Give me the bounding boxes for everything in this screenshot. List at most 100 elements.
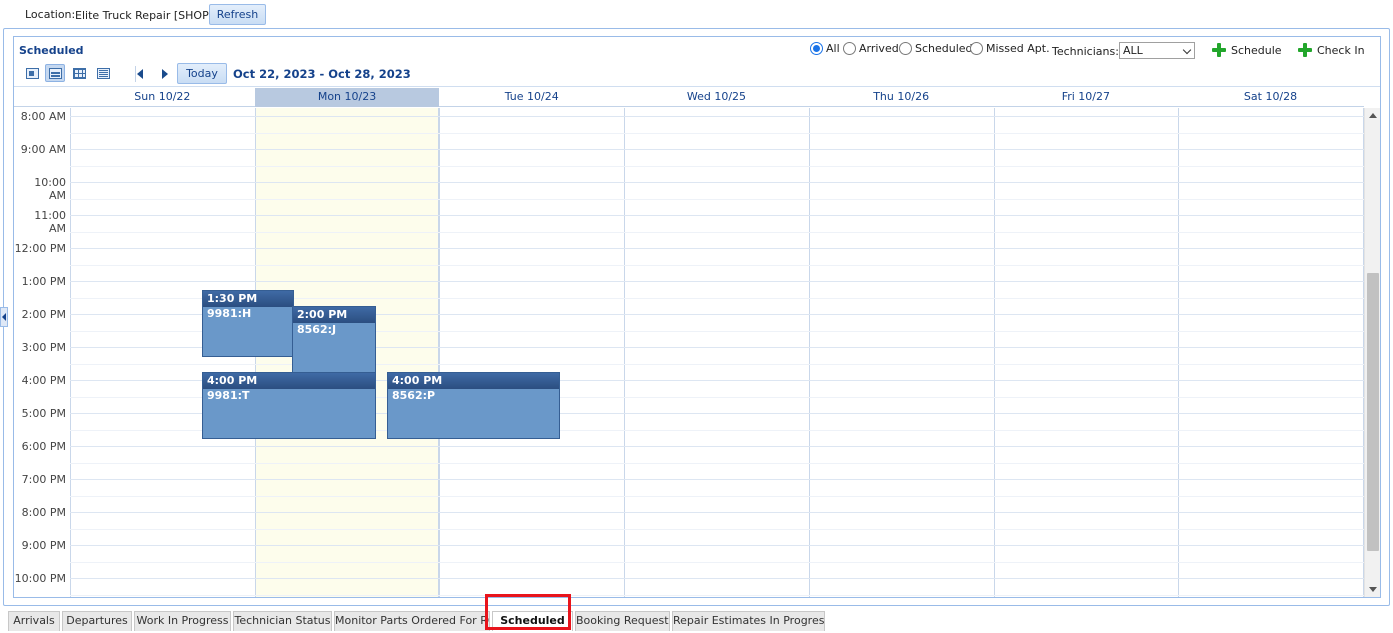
event-title: 8562:J — [297, 323, 337, 336]
day-header[interactable]: Fri 10/27 — [994, 88, 1179, 107]
hour-line — [70, 182, 1364, 183]
week-view-icon[interactable] — [45, 64, 65, 82]
list-view-icon[interactable] — [93, 64, 113, 82]
half-hour-line — [70, 561, 1364, 563]
tab-technician-status[interactable]: Technician Status — [233, 611, 332, 631]
panel-header: Scheduled Today Oct 22, 2023 - Oct 28, 2… — [14, 37, 1380, 87]
time-label: 4:00 PM — [21, 374, 66, 387]
time-label: 7:00 PM — [21, 473, 66, 486]
appointment-event[interactable]: 4:00 PM 9981:T — [202, 372, 376, 439]
event-title: 9981:H — [207, 307, 252, 320]
day-header-row: Sun 10/22 Mon 10/23 Tue 10/24 Wed 10/25 Thu … — [14, 88, 1364, 107]
half-hour-line — [70, 231, 1364, 233]
technicians-label: Technicians: — [1052, 45, 1119, 58]
next-week-icon[interactable] — [157, 66, 171, 82]
half-hour-line — [70, 495, 1364, 497]
scroll-thumb[interactable] — [1367, 273, 1379, 551]
time-label: 1:00 PM — [21, 275, 66, 288]
time-label: 3:00 PM — [21, 341, 66, 354]
tab-monitor-parts-ordered-for-ro[interactable]: Monitor Parts Ordered For RO — [334, 611, 490, 631]
add-icon — [1212, 43, 1226, 57]
time-label: 9:00 PM — [21, 539, 66, 552]
day-view-icon[interactable] — [22, 64, 42, 82]
hour-line — [70, 545, 1364, 546]
half-hour-line — [70, 594, 1364, 596]
filter-all-radio[interactable] — [810, 42, 823, 55]
half-hour-line — [70, 198, 1364, 200]
hour-line — [70, 512, 1364, 513]
collapse-sidebar-handle[interactable] — [0, 307, 8, 327]
panel-title: Scheduled — [19, 44, 84, 57]
filter-arrived-label: Arrived — [859, 42, 899, 55]
filter-missed-label: Missed Apt. — [986, 42, 1050, 55]
half-hour-line — [70, 132, 1364, 134]
scroll-up-icon[interactable] — [1369, 113, 1377, 118]
day-header[interactable]: Mon 10/23 — [254, 88, 440, 107]
time-label: 9:00 AM — [20, 143, 66, 156]
appointment-event[interactable]: 4:00 PM 8562:P — [387, 372, 560, 439]
tab-scheduled[interactable]: Scheduled — [492, 611, 573, 631]
half-hour-line — [70, 165, 1364, 167]
technicians-select[interactable]: ALL — [1119, 42, 1195, 59]
day-header[interactable]: Thu 10/26 — [809, 88, 994, 107]
time-label: 11:00 AM — [34, 209, 66, 235]
location-label: Location: — [25, 8, 76, 21]
time-label: 2:00 PM — [21, 308, 66, 321]
event-time: 1:30 PM — [203, 291, 293, 307]
time-label: 8:00 PM — [21, 506, 66, 519]
filter-scheduled-label: Scheduled — [915, 42, 973, 55]
time-label: 8:00 AM — [20, 110, 66, 123]
refresh-button[interactable]: Refresh — [209, 4, 266, 25]
appointment-event[interactable]: 2:00 PM 8562:J — [292, 306, 376, 373]
appointment-event[interactable]: 1:30 PM 9981:H — [202, 290, 294, 357]
time-label: 5:00 PM — [21, 407, 66, 420]
today-button[interactable]: Today — [177, 63, 227, 84]
tab-work-in-progress[interactable]: Work In Progress — [134, 611, 231, 631]
hour-line — [70, 281, 1364, 282]
half-hour-line — [70, 264, 1364, 266]
tab-repair-estimates-in-progress[interactable]: Repair Estimates In Progress — [672, 611, 825, 631]
day-header[interactable]: Sat 10/28 — [1178, 88, 1363, 107]
hour-line — [70, 215, 1364, 216]
tab-departures[interactable]: Departures — [62, 611, 132, 631]
event-title: 8562:P — [392, 389, 436, 402]
hour-line — [70, 149, 1364, 150]
filter-all-label: All — [826, 42, 840, 55]
day-header[interactable]: Sun 10/22 — [70, 88, 255, 107]
hour-line — [70, 446, 1364, 447]
event-time: 4:00 PM — [203, 373, 375, 389]
date-range: Oct 22, 2023 - Oct 28, 2023 — [233, 67, 411, 81]
time-label: 12:00 PM — [14, 242, 66, 255]
filter-scheduled-radio[interactable] — [899, 42, 912, 55]
add-icon — [1298, 43, 1312, 57]
scheduled-panel: Scheduled Today Oct 22, 2023 - Oct 28, 2… — [13, 36, 1381, 598]
tab-arrivals[interactable]: Arrivals — [8, 611, 60, 631]
location-bar: Location: Elite Truck Repair [SHOP] Refr… — [0, 0, 1393, 30]
hour-line — [70, 248, 1364, 249]
hour-line — [70, 578, 1364, 579]
schedule-label: Schedule — [1231, 44, 1282, 57]
day-header[interactable]: Tue 10/24 — [439, 88, 624, 107]
scroll-down-icon[interactable] — [1369, 587, 1377, 592]
half-hour-line — [70, 462, 1364, 464]
time-label: 10:00 PM — [14, 572, 66, 585]
filter-missed-radio[interactable] — [970, 42, 983, 55]
hour-line — [70, 116, 1364, 117]
check-in-label: Check In — [1317, 44, 1365, 57]
calendar-scrollbar[interactable] — [1364, 108, 1380, 597]
event-time: 2:00 PM — [293, 307, 375, 323]
half-hour-line — [70, 528, 1364, 530]
half-hour-line — [70, 363, 1364, 365]
month-view-icon[interactable] — [69, 64, 89, 82]
day-header[interactable]: Wed 10/25 — [624, 88, 809, 107]
hour-line — [70, 479, 1364, 480]
time-label: 6:00 PM — [21, 440, 66, 453]
previous-week-icon[interactable] — [134, 66, 148, 82]
calendar-grid[interactable]: 8:00 AM 9:00 AM 10:00 AM 11:00 AM 12:00 PM 1:… — [14, 108, 1364, 597]
location-value: Elite Truck Repair [SHOP] — [75, 9, 213, 22]
filter-arrived-radio[interactable] — [843, 42, 856, 55]
event-title: 9981:T — [207, 389, 250, 402]
event-time: 4:00 PM — [388, 373, 559, 389]
time-label: 10:00 AM — [34, 176, 66, 202]
tab-booking-requests[interactable]: Booking Requests — [575, 611, 670, 631]
